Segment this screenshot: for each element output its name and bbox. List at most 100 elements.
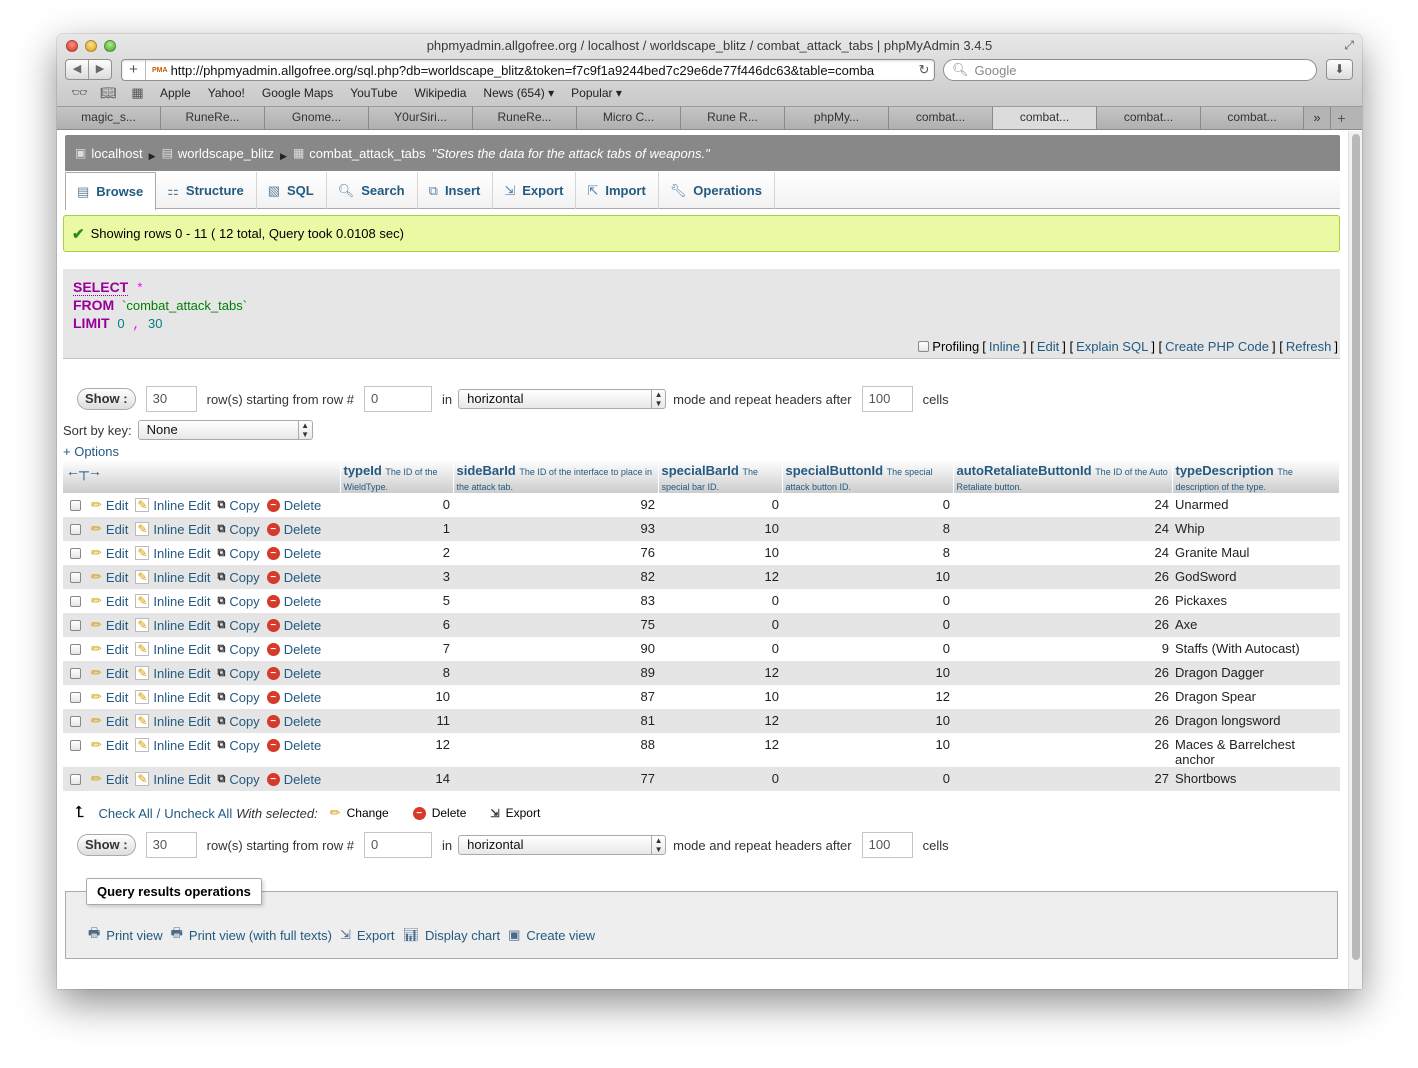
- edit-row-link[interactable]: ✏ Edit: [91, 593, 128, 609]
- delete-row-link[interactable]: − Delete: [266, 642, 321, 657]
- browser-tab[interactable]: combat...: [1201, 107, 1304, 129]
- copy-row-link[interactable]: ⧉ Copy: [217, 570, 259, 585]
- table-cell[interactable]: Granite Maul: [1172, 541, 1340, 565]
- row-checkbox[interactable]: [70, 523, 81, 535]
- edit-row-link[interactable]: ✏ Edit: [91, 737, 128, 753]
- table-cell[interactable]: 89: [453, 661, 658, 685]
- bookmark-item[interactable]: Wikipedia: [414, 86, 466, 100]
- repeat-headers-input[interactable]: 100: [861, 832, 913, 858]
- table-cell[interactable]: Pickaxes: [1172, 589, 1340, 613]
- copy-row-link[interactable]: ⧉ Copy: [217, 642, 259, 657]
- table-cell[interactable]: 8: [782, 517, 953, 541]
- browser-tab[interactable]: magic_s...: [57, 107, 161, 129]
- row-checkbox[interactable]: [70, 739, 81, 751]
- reload-icon[interactable]: ↻: [914, 62, 934, 78]
- table-cell[interactable]: 12: [658, 661, 782, 685]
- downloads-icon[interactable]: ⬇: [1326, 59, 1353, 80]
- table-cell[interactable]: 92: [453, 493, 658, 517]
- table-cell[interactable]: 24: [953, 493, 1172, 517]
- row-checkbox[interactable]: [70, 499, 81, 511]
- repeat-headers-input[interactable]: 100: [861, 386, 913, 412]
- table-cell[interactable]: 0: [782, 767, 953, 791]
- show-button[interactable]: Show :: [77, 388, 136, 410]
- inline-edit-link[interactable]: ✎ Inline Edit: [135, 570, 210, 585]
- table-cell[interactable]: 5: [340, 589, 453, 613]
- table-cell[interactable]: 10: [782, 661, 953, 685]
- table-cell[interactable]: 14: [340, 767, 453, 791]
- table-cell[interactable]: 10: [340, 685, 453, 709]
- table-cell[interactable]: 0: [658, 637, 782, 661]
- scrollbar-thumb[interactable]: [1352, 134, 1360, 960]
- table-cell[interactable]: 0: [658, 613, 782, 637]
- bookmark-item[interactable]: Yahoo!: [208, 86, 245, 100]
- table-cell[interactable]: Axe: [1172, 613, 1340, 637]
- table-cell[interactable]: 10: [658, 541, 782, 565]
- bookmark-item[interactable]: Apple: [160, 86, 191, 100]
- table-cell[interactable]: Unarmed: [1172, 493, 1340, 517]
- edit-row-link[interactable]: ✏ Edit: [91, 771, 128, 787]
- delete-row-link[interactable]: − Delete: [266, 618, 321, 633]
- row-checkbox[interactable]: [70, 595, 81, 607]
- column-header[interactable]: specialBarId: [662, 463, 739, 478]
- refresh-link[interactable]: Refresh: [1286, 339, 1332, 354]
- browser-tab[interactable]: phpMy...: [785, 107, 889, 129]
- back-button[interactable]: ◀: [66, 60, 89, 79]
- table-cell[interactable]: 12: [658, 733, 782, 767]
- table-cell[interactable]: 83: [453, 589, 658, 613]
- print-view-link[interactable]: 🖶 Print view: [88, 924, 163, 946]
- copy-row-link[interactable]: ⧉ Copy: [217, 738, 259, 753]
- rows-input[interactable]: 30: [145, 832, 197, 858]
- inline-edit-link[interactable]: ✎ Inline Edit: [135, 714, 210, 729]
- inline-edit-link[interactable]: ✎ Inline Edit: [135, 594, 210, 609]
- browser-tab[interactable]: Rune R...: [681, 107, 785, 129]
- table-cell[interactable]: Dragon longsword: [1172, 709, 1340, 733]
- check-all-link[interactable]: Check All: [98, 806, 152, 821]
- row-checkbox[interactable]: [70, 643, 81, 655]
- table-cell[interactable]: 81: [453, 709, 658, 733]
- edit-sql-link[interactable]: Edit: [1037, 339, 1059, 354]
- tab-insert[interactable]: ⧉ Insert: [418, 172, 494, 209]
- copy-row-link[interactable]: ⧉ Copy: [217, 618, 259, 633]
- table-cell[interactable]: 11: [340, 709, 453, 733]
- mode-select[interactable]: horizontal ▲ ▼: [458, 389, 667, 409]
- sql-keyword[interactable]: SELECT: [73, 279, 129, 296]
- inline-link[interactable]: Inline: [989, 339, 1020, 354]
- table-cell[interactable]: 76: [453, 541, 658, 565]
- table-cell[interactable]: Maces & Barrelchest anchor: [1172, 733, 1340, 767]
- column-header[interactable]: autoRetaliateButtonId: [957, 463, 1092, 478]
- start-row-input[interactable]: 0: [363, 832, 432, 858]
- row-checkbox[interactable]: [70, 715, 81, 727]
- inline-edit-link[interactable]: ✎ Inline Edit: [135, 666, 210, 681]
- table-cell[interactable]: 26: [953, 685, 1172, 709]
- edit-row-link[interactable]: ✏ Edit: [91, 617, 128, 633]
- inline-edit-link[interactable]: ✎ Inline Edit: [135, 498, 210, 513]
- column-header[interactable]: sideBarId: [457, 463, 516, 478]
- tab-browse[interactable]: ▤ Browse: [65, 172, 157, 210]
- delete-selected-button[interactable]: − Delete: [412, 806, 466, 820]
- table-cell[interactable]: 26: [953, 733, 1172, 767]
- delete-row-link[interactable]: − Delete: [266, 714, 321, 729]
- table-cell[interactable]: 93: [453, 517, 658, 541]
- table-cell[interactable]: 24: [953, 541, 1172, 565]
- table-cell[interactable]: 0: [658, 767, 782, 791]
- delete-row-link[interactable]: − Delete: [266, 690, 321, 705]
- row-checkbox[interactable]: [70, 547, 81, 559]
- column-header[interactable]: typeId: [344, 463, 382, 478]
- inline-edit-link[interactable]: ✎ Inline Edit: [135, 690, 210, 705]
- delete-row-link[interactable]: − Delete: [266, 738, 321, 753]
- tab-structure[interactable]: ⚏ Structure: [156, 172, 257, 209]
- table-cell[interactable]: 10: [658, 685, 782, 709]
- browser-tab[interactable]: RuneRe...: [161, 107, 265, 129]
- table-cell[interactable]: Shortbows: [1172, 767, 1340, 791]
- table-cell[interactable]: 26: [953, 589, 1172, 613]
- copy-row-link[interactable]: ⧉ Copy: [217, 666, 259, 681]
- tab-sql[interactable]: ▧ SQL: [257, 172, 327, 209]
- table-cell[interactable]: 26: [953, 565, 1172, 589]
- address-bar[interactable]: + PMA http://phpmyadmin.allgofree.org/sq…: [121, 59, 935, 81]
- new-tab-button[interactable]: +: [1330, 107, 1352, 129]
- fullscreen-icon[interactable]: ⤢: [1344, 38, 1354, 53]
- uncheck-all-link[interactable]: Uncheck All: [164, 806, 232, 821]
- table-cell[interactable]: 10: [782, 733, 953, 767]
- table-cell[interactable]: Dragon Spear: [1172, 685, 1340, 709]
- row-checkbox[interactable]: [70, 571, 81, 583]
